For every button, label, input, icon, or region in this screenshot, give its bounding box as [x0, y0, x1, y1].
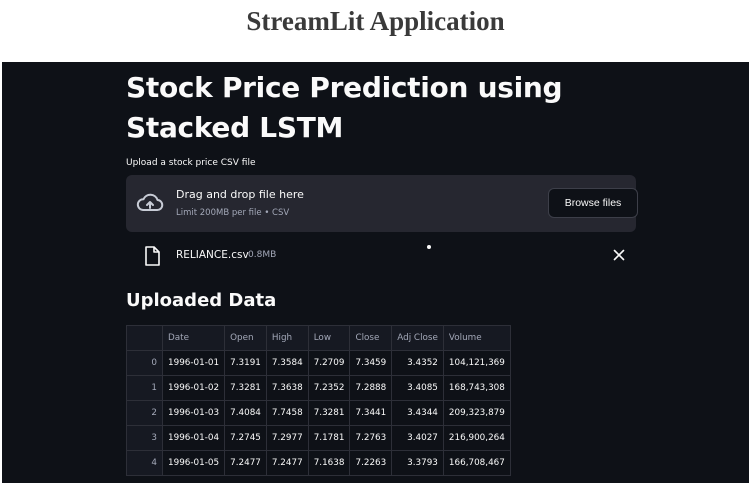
table-cell[interactable]: 1996-01-01	[161, 350, 226, 376]
table-cell[interactable]: 1996-01-03	[161, 400, 226, 426]
table-cell[interactable]: 7.2977	[265, 425, 309, 451]
uploader-label: Upload a stock price CSV file	[126, 158, 256, 168]
table-cell[interactable]: 7.3638	[265, 375, 309, 401]
table-row[interactable]: 3 1996-01-04 7.2745 7.2977 7.1781 7.2763…	[126, 425, 511, 451]
row-index: 4	[126, 450, 163, 476]
uploaded-file-size: 0.8MB	[248, 250, 277, 260]
table-row[interactable]: 1 1996-01-02 7.3281 7.3638 7.2352 7.2888…	[126, 375, 511, 401]
table-cell[interactable]: 1996-01-04	[161, 425, 226, 451]
table-cell[interactable]: 3.4344	[391, 400, 444, 426]
table-cell[interactable]: 7.3281	[224, 375, 267, 401]
uploaded-file-row: RELIANCE.csv 0.8MB	[126, 242, 636, 270]
table-cell[interactable]: 7.3281	[307, 400, 351, 426]
uploaded-data-table[interactable]: Date Open High Low Close Adj Close Volum…	[126, 325, 511, 476]
table-cell[interactable]: 3.4085	[391, 375, 444, 401]
cloud-upload-icon	[136, 193, 164, 211]
column-header[interactable]: Open	[224, 325, 267, 351]
column-header[interactable]: Date	[161, 325, 226, 351]
table-cell[interactable]: 7.3584	[265, 350, 309, 376]
table-header-row: Date Open High Low Close Adj Close Volum…	[126, 325, 511, 351]
row-index: 0	[126, 350, 163, 376]
table-cell[interactable]: 7.2709	[307, 350, 351, 376]
column-header[interactable]: Low	[307, 325, 351, 351]
browse-files-button[interactable]: Browse files	[548, 188, 638, 218]
figure-caption: StreamLit Application	[0, 0, 751, 62]
table-row[interactable]: 4 1996-01-05 7.2477 7.2477 7.1638 7.2263…	[126, 450, 511, 476]
file-icon	[145, 246, 160, 266]
table-row[interactable]: 2 1996-01-03 7.4084 7.7458 7.3281 7.3441…	[126, 400, 511, 426]
table-cell[interactable]: 216,900,264	[442, 425, 511, 451]
table-cell[interactable]: 7.3441	[349, 400, 393, 426]
file-dropzone[interactable]: Drag and drop file here Limit 200MB per …	[126, 175, 638, 232]
table-cell[interactable]: 7.3191	[224, 350, 267, 376]
column-header[interactable]: Adj Close	[391, 325, 444, 351]
dropzone-limit: Limit 200MB per file • CSV	[176, 208, 290, 218]
table-cell[interactable]: 7.3459	[349, 350, 393, 376]
table-cell[interactable]: 3.4027	[391, 425, 444, 451]
streamlit-app: Stock Price Prediction using Stacked LST…	[2, 62, 749, 483]
column-header[interactable]: Close	[349, 325, 393, 351]
table-cell[interactable]: 7.2888	[349, 375, 393, 401]
column-header[interactable]: Volume	[442, 325, 511, 351]
table-cell[interactable]: 209,323,879	[442, 400, 511, 426]
table-row[interactable]: 0 1996-01-01 7.3191 7.3584 7.2709 7.3459…	[126, 350, 511, 376]
table-cell[interactable]: 7.1781	[307, 425, 351, 451]
close-icon[interactable]	[610, 246, 628, 264]
table-cell[interactable]: 7.4084	[224, 400, 267, 426]
table-cell[interactable]: 3.4352	[391, 350, 444, 376]
table-cell[interactable]: 7.2352	[307, 375, 351, 401]
uploaded-file-name: RELIANCE.csv	[176, 249, 249, 261]
row-index: 2	[126, 400, 163, 426]
table-cell[interactable]: 168,743,308	[442, 375, 511, 401]
uploaded-data-heading: Uploaded Data	[126, 290, 277, 311]
dropzone-instructions: Drag and drop file here	[176, 188, 304, 201]
table-cell[interactable]: 7.7458	[265, 400, 309, 426]
table-cell[interactable]: 7.1638	[307, 450, 351, 476]
table-cell[interactable]: 3.3793	[391, 450, 444, 476]
page-title: Stock Price Prediction using Stacked LST…	[126, 71, 563, 144]
cursor-dot	[427, 245, 431, 249]
table-cell[interactable]: 7.2477	[224, 450, 267, 476]
row-index: 1	[126, 375, 163, 401]
table-cell[interactable]: 7.2263	[349, 450, 393, 476]
table-cell[interactable]: 104,121,369	[442, 350, 511, 376]
index-column-header	[126, 325, 163, 351]
table-cell[interactable]: 7.2477	[265, 450, 309, 476]
column-header[interactable]: High	[265, 325, 309, 351]
table-cell[interactable]: 166,708,467	[442, 450, 511, 476]
table-cell[interactable]: 1996-01-05	[161, 450, 226, 476]
table-cell[interactable]: 1996-01-02	[161, 375, 226, 401]
table-cell[interactable]: 7.2745	[224, 425, 267, 451]
table-cell[interactable]: 7.2763	[349, 425, 393, 451]
row-index: 3	[126, 425, 163, 451]
